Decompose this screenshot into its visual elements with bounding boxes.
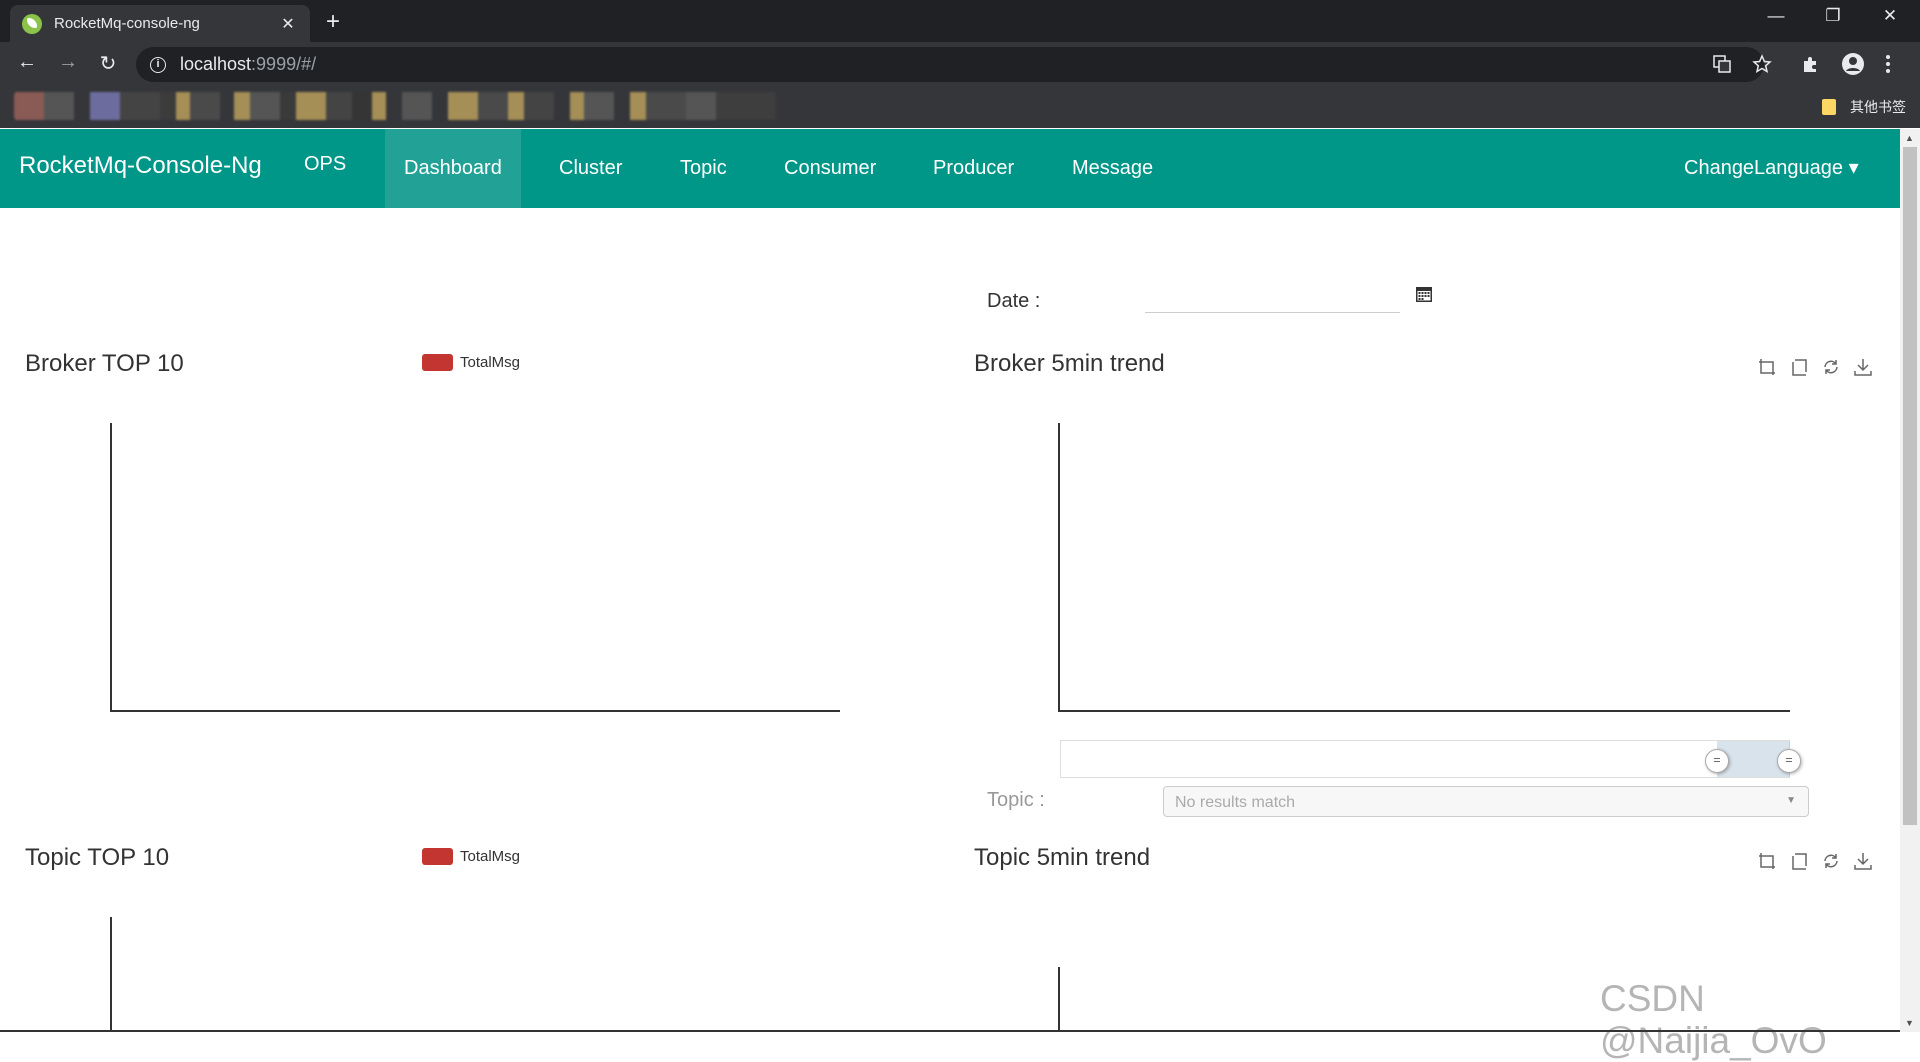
folder-icon: [1822, 99, 1836, 115]
scrollbar-thumb[interactable]: [1903, 147, 1917, 825]
bookmark-star-icon[interactable]: [1752, 54, 1772, 74]
legend-label: TotalMsg: [460, 848, 521, 865]
broker-top10-y-axis: [110, 423, 112, 712]
brand-title[interactable]: RocketMq-Console-Ng: [19, 152, 262, 180]
broker-top10-x-axis: [110, 710, 840, 712]
watermark: CSDN @Naijia_OvO: [1600, 978, 1827, 1061]
broker-trend-y-axis: [1058, 423, 1060, 712]
back-icon[interactable]: ←: [13, 51, 41, 74]
scroll-up-icon[interactable]: ▲: [1905, 133, 1914, 143]
download-icon[interactable]: [1853, 357, 1873, 377]
legend-label: TotalMsg: [460, 354, 521, 371]
nav-message[interactable]: Message: [1053, 129, 1172, 208]
legend-swatch: [422, 354, 453, 371]
restore-icon[interactable]: [1821, 357, 1841, 377]
url-host: localhost: [180, 54, 252, 74]
broker-top10-legend[interactable]: TotalMsg: [422, 354, 520, 371]
url-path: :9999/#/: [251, 54, 317, 74]
browser-tabstrip: RocketMq-console-ng ✕ + — ❐ ✕: [0, 0, 1920, 42]
site-info-icon[interactable]: i: [150, 56, 166, 73]
topic-trend-title: Topic 5min trend: [974, 844, 1151, 871]
datazoom-left-handle[interactable]: =: [1705, 749, 1729, 773]
spring-leaf-icon: [22, 13, 42, 34]
forward-icon[interactable]: →: [54, 51, 82, 74]
zoom-reset-icon[interactable]: [1789, 357, 1809, 377]
nav-ops[interactable]: OPS: [285, 125, 365, 204]
extensions-puzzle-icon[interactable]: [1801, 54, 1821, 74]
calendar-icon[interactable]: [1415, 285, 1433, 303]
app-navbar: RocketMq-Console-Ng OPS Dashboard Cluste…: [0, 129, 1900, 208]
topic-select-placeholder: No results match: [1175, 794, 1296, 811]
tab-close-icon[interactable]: ✕: [278, 14, 298, 34]
bookmarks-bar: 其他书签: [0, 87, 1920, 128]
tab-title: RocketMq-console-ng: [54, 15, 200, 32]
zoom-icon[interactable]: [1757, 357, 1777, 377]
restore-icon[interactable]: ❐: [1805, 6, 1861, 26]
topic-top10-y-axis: [110, 917, 112, 1032]
browser-tab[interactable]: RocketMq-console-ng ✕: [10, 5, 310, 42]
reload-icon[interactable]: ↻: [94, 51, 122, 76]
change-language-dropdown[interactable]: ChangeLanguage ▾: [1684, 155, 1859, 180]
broker-trend-title: Broker 5min trend: [974, 350, 1165, 377]
zoom-reset-icon[interactable]: [1789, 851, 1809, 871]
datazoom-right-handle[interactable]: =: [1777, 749, 1801, 773]
broker-trend-toolbox: [1757, 357, 1873, 377]
topic-select[interactable]: No results match ▼: [1163, 786, 1809, 817]
restore-icon[interactable]: [1821, 851, 1841, 871]
broker-trend-x-axis: [1058, 710, 1790, 712]
new-tab-button[interactable]: +: [326, 8, 340, 36]
legend-swatch: [422, 848, 453, 865]
browser-toolbar: ← → ↻ i localhost:9999/#/: [0, 42, 1920, 87]
topic-trend-toolbox: [1757, 851, 1873, 871]
blurred-bookmarks: [14, 90, 870, 122]
other-bookmarks[interactable]: 其他书签: [1822, 97, 1906, 117]
browser-menu-icon[interactable]: [1884, 54, 1892, 74]
translate-icon[interactable]: [1712, 54, 1732, 74]
zoom-icon[interactable]: [1757, 851, 1777, 871]
topic-top10-title: Topic TOP 10: [25, 844, 170, 871]
date-input[interactable]: [1145, 283, 1400, 313]
address-bar[interactable]: i localhost:9999/#/: [136, 47, 1764, 82]
topic-top10-legend[interactable]: TotalMsg: [422, 848, 520, 865]
nav-producer[interactable]: Producer: [914, 129, 1033, 208]
profile-avatar-icon[interactable]: [1841, 52, 1865, 76]
chevron-down-icon: ▼: [1786, 795, 1796, 806]
nav-cluster[interactable]: Cluster: [540, 129, 641, 208]
topic-trend-y-axis: [1058, 967, 1060, 1032]
broker-top10-title: Broker TOP 10: [25, 350, 184, 377]
topic-label: Topic :: [987, 789, 1045, 811]
nav-dashboard[interactable]: Dashboard: [385, 129, 521, 208]
page-scrollbar[interactable]: ▲ ▼: [1900, 129, 1920, 1032]
download-icon[interactable]: [1853, 851, 1873, 871]
nav-topic[interactable]: Topic: [661, 129, 746, 208]
nav-consumer[interactable]: Consumer: [765, 129, 895, 208]
date-label: Date :: [987, 290, 1041, 312]
window-close-icon[interactable]: ✕: [1862, 6, 1918, 26]
broker-trend-datazoom[interactable]: = =: [1060, 740, 1801, 778]
other-bookmarks-label: 其他书签: [1850, 99, 1906, 115]
minimize-icon[interactable]: —: [1748, 6, 1804, 26]
